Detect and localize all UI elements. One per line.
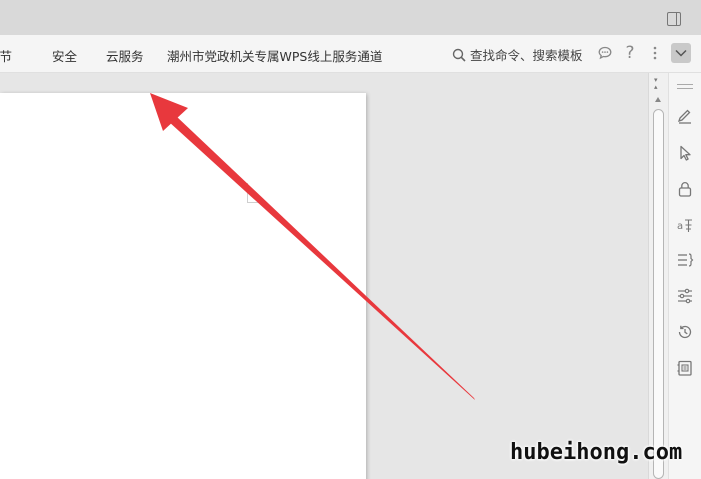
menu-item-security[interactable]: 安全 — [52, 46, 77, 65]
title-bar — [0, 0, 701, 35]
collapse-ribbon-button[interactable] — [671, 43, 691, 63]
lock-icon[interactable] — [676, 180, 694, 198]
adjust-sliders-icon[interactable] — [676, 287, 694, 305]
command-search[interactable]: 查找命令、搜索模板 — [452, 45, 583, 64]
page-margin-mark — [247, 183, 267, 203]
menu-item-chapter[interactable]: 章节 — [0, 46, 12, 65]
question-mark-icon[interactable]: ? — [623, 45, 637, 62]
outline-list-icon[interactable] — [676, 251, 694, 269]
split-view-icon[interactable]: ▾ ▴ — [654, 77, 658, 91]
search-icon — [452, 48, 466, 62]
chevron-down-icon — [675, 49, 687, 57]
scroll-up-icon[interactable] — [655, 97, 661, 102]
menu-item-cloud-service[interactable]: 云服务 — [106, 46, 144, 65]
menu-bar: 章节 安全 云服务 潮州市党政机关专属WPS线上服务通道 查找命令、搜索模板 ? — [0, 35, 701, 73]
chat-bubble-icon[interactable] — [597, 45, 613, 65]
document-page[interactable] — [0, 93, 366, 479]
translate-icon[interactable]: a — [676, 216, 694, 234]
document-backup-icon[interactable] — [676, 359, 694, 377]
document-canvas — [0, 73, 648, 479]
scrollbar-thumb[interactable] — [653, 109, 664, 479]
window-layout-icon[interactable] — [667, 12, 681, 26]
search-label: 查找命令、搜索模板 — [470, 48, 583, 63]
panel-grip-icon — [677, 84, 693, 89]
svg-text:a: a — [677, 221, 683, 232]
watermark-text: hubeihong.com — [510, 440, 683, 465]
history-icon[interactable] — [676, 323, 694, 341]
cursor-select-icon[interactable] — [676, 144, 694, 162]
side-toolbar: a — [668, 73, 701, 479]
pen-icon[interactable] — [676, 107, 694, 125]
menu-item-wps-channel[interactable]: 潮州市党政机关专属WPS线上服务通道 — [167, 46, 382, 65]
vertical-scrollbar[interactable]: ▾ ▴ — [648, 73, 668, 479]
more-vertical-icon[interactable] — [648, 45, 662, 65]
